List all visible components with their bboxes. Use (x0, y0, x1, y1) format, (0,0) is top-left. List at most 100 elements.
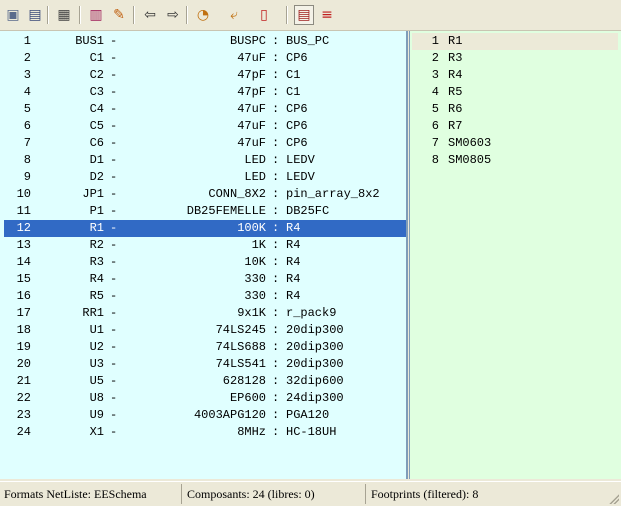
separator-colon: : (272, 255, 280, 269)
component-footprint: R4 (286, 255, 301, 269)
component-number: 23 (16, 408, 31, 422)
component-footprint: 20dip300 (286, 357, 344, 371)
component-row[interactable]: 15 R4-330: R4 (4, 271, 406, 288)
separator-colon: : (272, 221, 280, 235)
edit-icon[interactable]: ✎ (109, 5, 129, 25)
separator-colon: : (272, 34, 280, 48)
separator-colon: : (272, 102, 280, 116)
component-footprint: LEDV (286, 153, 315, 167)
separator-colon: : (272, 425, 280, 439)
component-value: 47uF (237, 136, 266, 150)
component-row[interactable]: 9 D2- LED: LEDV (4, 169, 406, 186)
footprint-row[interactable]: 1 R1 (412, 33, 618, 50)
component-reference: U3 (89, 357, 104, 371)
component-value: LED (244, 170, 266, 184)
toolbar-separator (79, 6, 80, 24)
component-row[interactable]: 10 JP1- CONN_8X2: pin_array_8x2 (4, 186, 406, 203)
component-value: 100K (237, 221, 266, 235)
separator-colon: : (272, 136, 280, 150)
component-footprint: R4 (286, 272, 301, 286)
component-row[interactable]: 23 U9- 4003APG120: PGA120 (4, 407, 406, 424)
footprint-row[interactable]: 6 R7 (412, 118, 618, 135)
separator-dash: - (110, 255, 118, 269)
component-row[interactable]: 13 R2- 1K: R4 (4, 237, 406, 254)
footprints-list[interactable]: 1 R1 2 R3 3 R4 4 R5 5 R6 6 R7 7 SM0603 8 SM0805 (409, 31, 621, 479)
resize-grip[interactable] (607, 492, 619, 504)
footprint-name: R3 (448, 51, 463, 65)
arrow-left-icon[interactable]: ⇦ (140, 5, 160, 25)
component-reference: C3 (89, 85, 104, 99)
component-value: 47uF (237, 51, 266, 65)
component-value: 74LS541 (215, 357, 266, 371)
component-row[interactable]: 22 U8- EP600:24dip300 (4, 390, 406, 407)
component-reference: U8 (89, 391, 104, 405)
stack-icon[interactable]: ≡ (317, 5, 337, 25)
component-number: 17 (16, 306, 31, 320)
component-row[interactable]: 5 C4- 47uF: CP6 (4, 101, 406, 118)
component-value: DB25FEMELLE (186, 204, 266, 218)
component-value: 1K (251, 238, 266, 252)
arrow-right-icon[interactable]: ⇨ (163, 5, 183, 25)
components-list[interactable]: 1 BUS1- BUSPC: BUS_PC 2 C1 - 47uF: CP6 3 C2-47pF: C… (0, 31, 408, 479)
separator-colon: : (272, 289, 280, 303)
status-bar: Formats NetListe: EESchema Composants: 2… (0, 481, 621, 506)
footprint-row[interactable]: 2 R3 (412, 50, 618, 67)
component-footprint: C1 (286, 68, 301, 82)
component-footprint: CP6 (286, 136, 308, 150)
component-row[interactable]: 7 C6- 47uF: CP6 (4, 135, 406, 152)
associate-icon[interactable]: ⤶ (224, 5, 244, 25)
component-reference: R2 (89, 238, 104, 252)
separator-dash: - (110, 187, 118, 201)
component-number: 19 (16, 340, 31, 354)
module-icon[interactable]: ▥ (86, 5, 106, 25)
save-netlist-icon[interactable]: ▣ (3, 5, 23, 25)
component-footprint: 32dip600 (286, 374, 344, 388)
open-icon[interactable]: ▤ (25, 5, 45, 25)
component-value: 47pF (237, 85, 266, 99)
component-number: 12 (16, 221, 31, 235)
display-footprint-icon[interactable]: ◔ (193, 5, 213, 25)
separator-colon: : (272, 272, 280, 286)
component-footprint: pin_array_8x2 (286, 187, 380, 201)
footprint-row[interactable]: 3 R4 (412, 67, 618, 84)
component-footprint: DB25FC (286, 204, 330, 218)
component-row[interactable]: 21 U5- 628128:32dip600 (4, 373, 406, 390)
component-row[interactable]: 12 R1- 100K: R4 (4, 220, 406, 237)
component-row[interactable]: 8 D1- LED: LEDV (4, 152, 406, 169)
separator-colon: : (272, 391, 280, 405)
component-row[interactable]: 18 U1- 74LS245:20dip300 (4, 322, 406, 339)
component-number: 15 (16, 272, 31, 286)
component-number: 3 (23, 68, 31, 82)
toolbar-separator (133, 6, 134, 24)
component-number: 16 (16, 289, 31, 303)
component-row[interactable]: 16 R5- 330: R4 (4, 288, 406, 305)
footprint-row[interactable]: 8 SM0805 (412, 152, 618, 169)
component-row[interactable]: 1 BUS1- BUSPC: BUS_PC (4, 33, 406, 50)
separator-dash: - (110, 204, 118, 218)
toolbar-separator (286, 6, 287, 24)
component-row[interactable]: 3 C2- 47pF: C1 (4, 67, 406, 84)
footprint-row[interactable]: 4 R5 (412, 84, 618, 101)
separator-dash: - (110, 102, 118, 116)
component-number: 2 (23, 51, 31, 65)
delete-associations-icon[interactable]: ▯ (254, 5, 274, 25)
component-row[interactable]: 6 C5- 47uF: CP6 (4, 118, 406, 135)
component-row[interactable]: 11 P1- DB25FEMELLE: DB25FC (4, 203, 406, 220)
component-row[interactable]: 4 C3- 47pF: C1 (4, 84, 406, 101)
library-icon[interactable]: ▦ (54, 5, 74, 25)
component-row[interactable]: 19 U2- 74LS688:20dip300 (4, 339, 406, 356)
component-row[interactable]: 2 C1- 47uF: CP6 (4, 50, 406, 67)
component-row[interactable]: 24 X1- 8MHz: HC-18UH (4, 424, 406, 441)
component-row[interactable]: 14 R3- 10K: R4 (4, 254, 406, 271)
list-filter-icon[interactable]: ▤ (294, 5, 314, 25)
separator-dash: - (110, 221, 118, 235)
footprint-row[interactable]: 7 SM0603 (412, 135, 618, 152)
component-reference: D1 (89, 153, 104, 167)
component-row[interactable]: 20 U3- 74LS541:20dip300 (4, 356, 406, 373)
footprint-row[interactable]: 5 R6 (412, 101, 618, 118)
component-row[interactable]: 17 RR1- 9x1K: r_pack9 (4, 305, 406, 322)
separator-dash: - (110, 51, 118, 65)
separator-colon: : (272, 51, 280, 65)
separator-dash: - (110, 374, 118, 388)
component-footprint: CP6 (286, 51, 308, 65)
